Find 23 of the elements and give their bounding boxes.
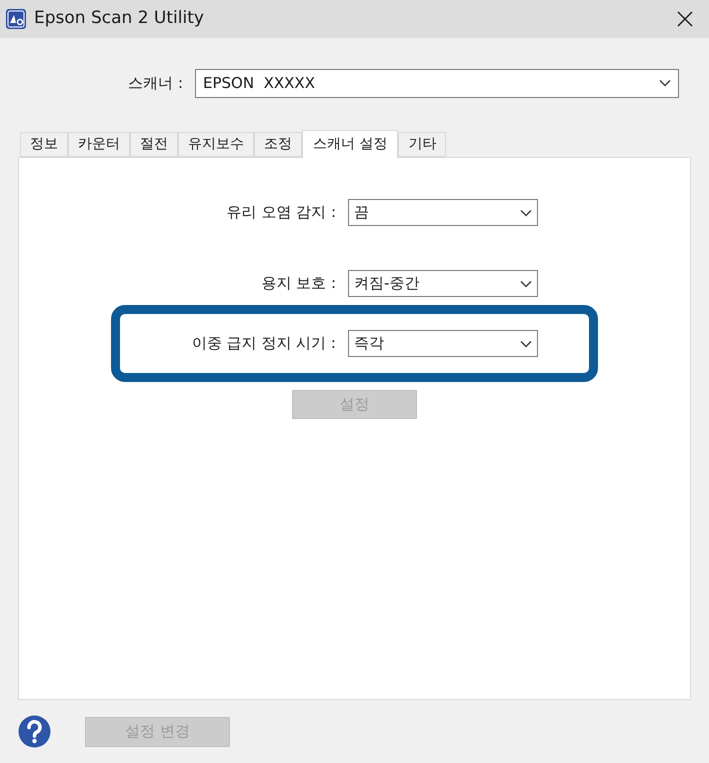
setting-select[interactable]: 즉각: [348, 330, 538, 357]
setting-label: 이중 급지 정지 시기 :: [190, 333, 337, 354]
help-icon[interactable]: [18, 715, 51, 748]
tab[interactable]: 유지보수: [178, 132, 254, 157]
chevron-down-icon: [520, 340, 532, 348]
tab[interactable]: 카운터: [68, 132, 130, 157]
tab[interactable]: 절전: [130, 132, 178, 157]
close-icon[interactable]: [677, 11, 693, 27]
tab[interactable]: 조정: [254, 132, 302, 157]
scanner-label: 스캐너 :: [127, 72, 184, 94]
setting-label: 용지 보호 :: [260, 273, 337, 294]
setting-select[interactable]: 켜짐-중간: [348, 270, 538, 297]
tab[interactable]: 기타: [398, 132, 446, 157]
chevron-down-icon: [520, 208, 532, 216]
chevron-down-icon: [659, 79, 671, 87]
app-icon: [6, 9, 26, 29]
window-title: Epson Scan 2 Utility: [34, 7, 204, 30]
setting-select[interactable]: 끔: [348, 199, 538, 226]
scanner-select[interactable]: EPSON XXXXX: [195, 68, 679, 98]
tab[interactable]: 정보: [20, 132, 68, 157]
tab[interactable]: 스캐너 설정: [302, 130, 398, 158]
chevron-down-icon: [520, 280, 532, 288]
setting-label: 유리 오염 감지 :: [226, 202, 337, 224]
